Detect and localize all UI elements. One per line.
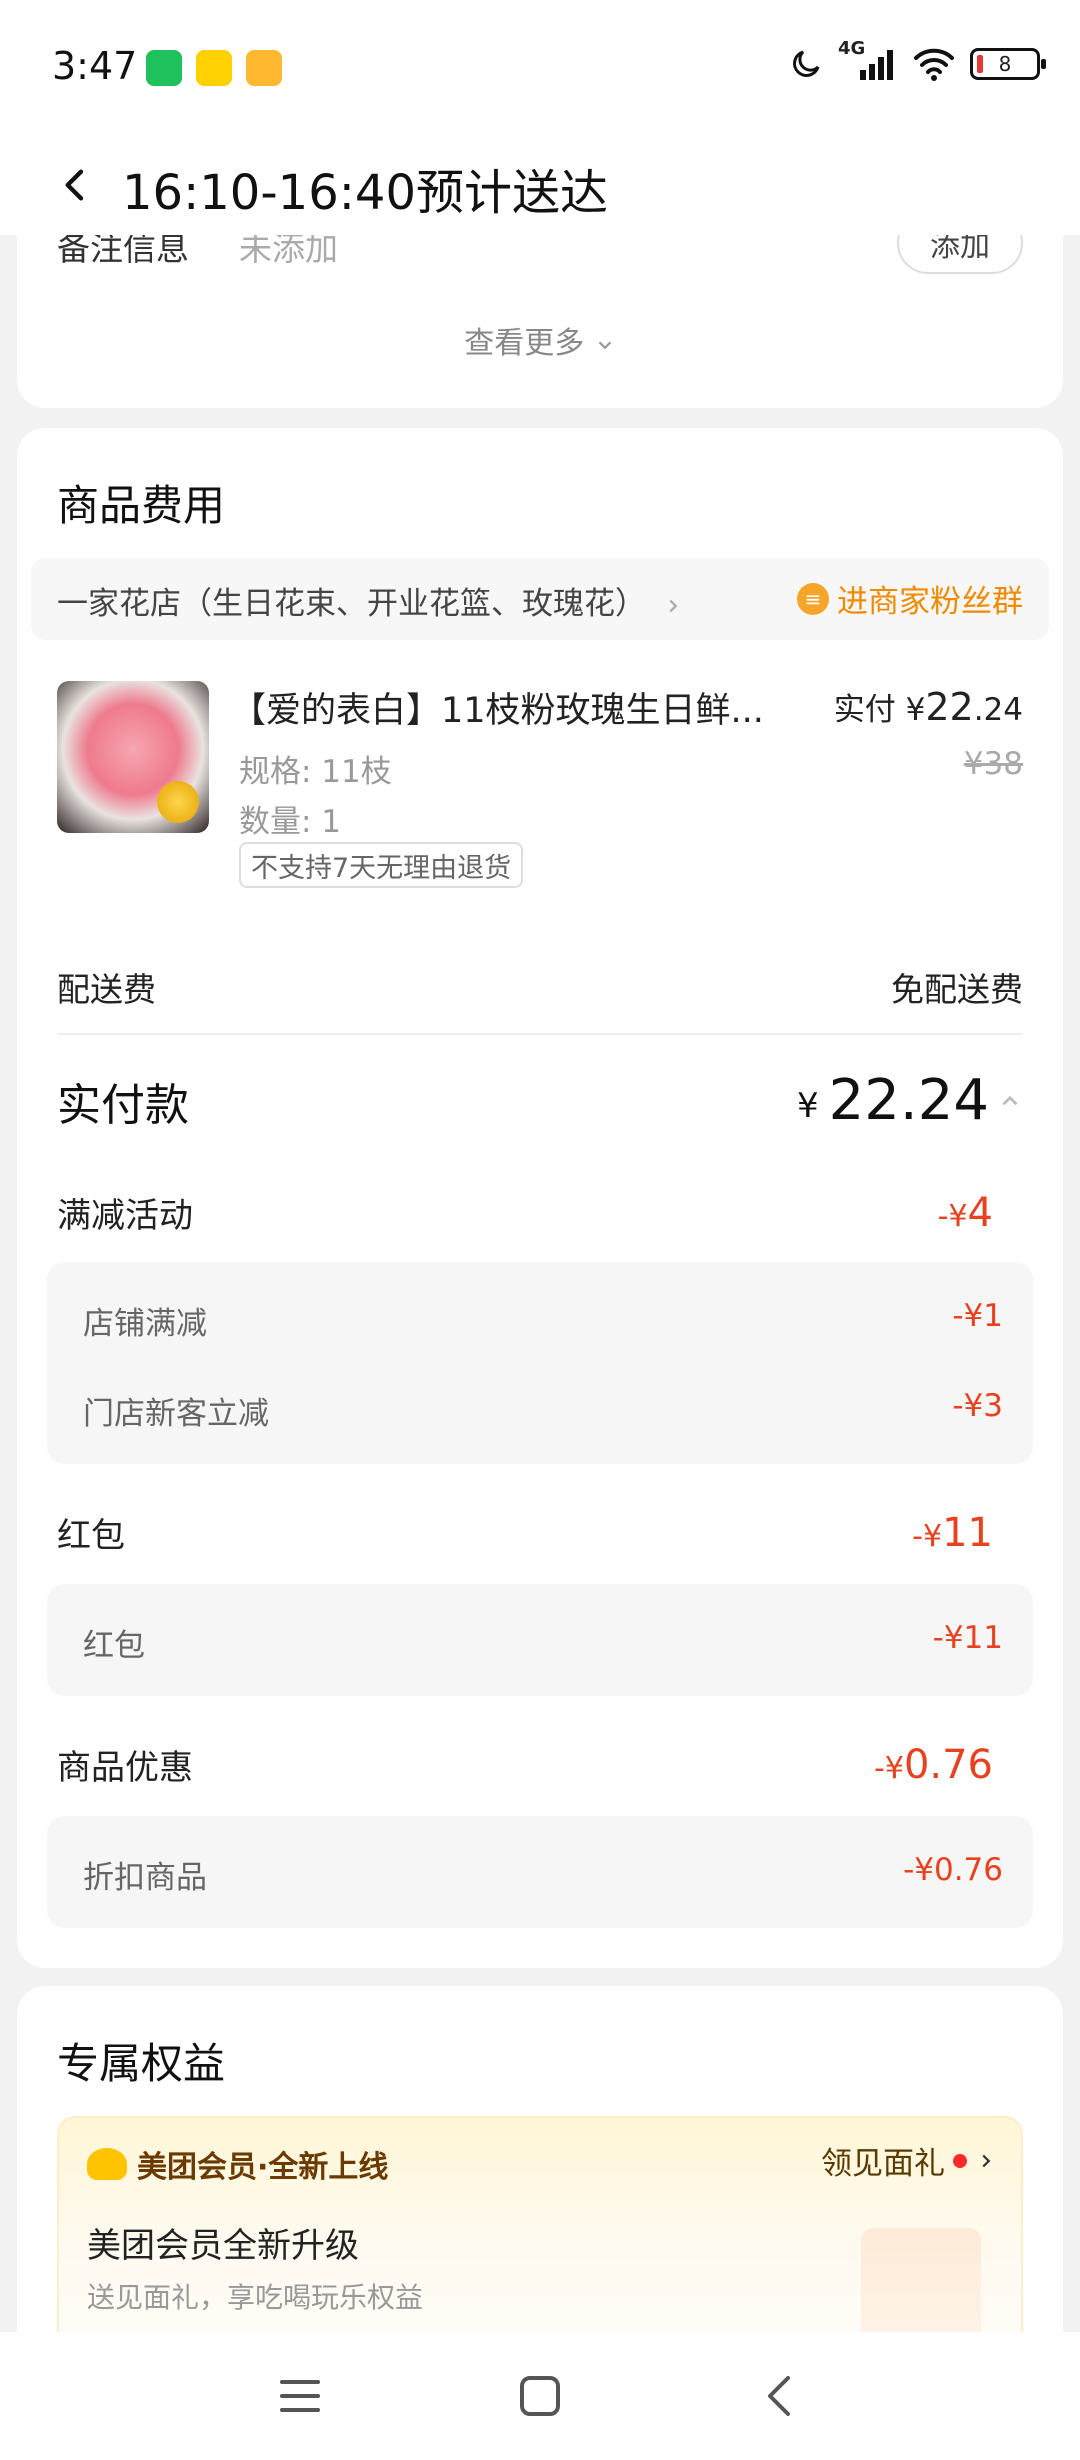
view-more-label: 查看更多 bbox=[464, 326, 585, 361]
redpacket-value: 11 bbox=[942, 1509, 993, 1556]
product-quantity: 数量: 1 bbox=[239, 804, 342, 840]
back-arrow-icon[interactable] bbox=[56, 165, 96, 205]
chevron-right-icon bbox=[982, 2154, 991, 2167]
fees-title: 商品费用 bbox=[57, 481, 226, 530]
product-discount-detail-value: -¥0.76 bbox=[903, 1852, 1003, 1888]
view-more-link[interactable]: 查看更多 bbox=[17, 318, 1063, 362]
redpacket-detail-value: -¥11 bbox=[932, 1620, 1003, 1656]
total-value: 22.24 bbox=[828, 1068, 989, 1133]
benefits-title: 专属权益 bbox=[57, 2039, 226, 2088]
paid-currency: ¥ bbox=[905, 692, 926, 728]
battery-icon: 8 bbox=[970, 48, 1046, 80]
battery-level: 8 bbox=[998, 52, 1012, 76]
discount-detail-box: 店铺满减 -¥1 门店新客立减 -¥3 bbox=[47, 1262, 1033, 1464]
network-type: 4G bbox=[838, 38, 866, 59]
store-row[interactable]: 一家花店（生日花束、开业花篮、玫瑰花） ≡ 进商家粉丝群 bbox=[31, 558, 1049, 640]
fans-group-link[interactable]: ≡ 进商家粉丝群 bbox=[797, 576, 1023, 621]
paid-label: 实付 bbox=[833, 692, 896, 728]
home-button[interactable] bbox=[512, 2368, 568, 2424]
product-discount-value: 0.76 bbox=[903, 1741, 993, 1788]
store-name-label: 一家花店（生日花束、开业花篮、玫瑰花） bbox=[57, 586, 646, 622]
product-discount-detail-box: 折扣商品 -¥0.76 bbox=[47, 1816, 1033, 1928]
redpacket-detail-label: 红包 bbox=[83, 1628, 145, 1664]
discount-row: 满减活动 -¥4 bbox=[57, 1188, 993, 1237]
redpacket-prefix: -¥ bbox=[912, 1518, 943, 1554]
wifi-icon bbox=[914, 48, 954, 81]
delivery-fee-row: 配送费 免配送费 bbox=[57, 963, 1023, 1011]
product-image[interactable] bbox=[57, 681, 209, 833]
member-title: 美团会员全新升级 bbox=[87, 2226, 359, 2266]
total-currency: ¥ bbox=[797, 1085, 819, 1126]
discount-detail-value: -¥3 bbox=[952, 1388, 1003, 1424]
status-time: 3:47 bbox=[52, 44, 138, 88]
no-refund-badge: 不支持7天无理由退货 bbox=[239, 842, 524, 888]
divider bbox=[57, 1033, 1023, 1035]
store-name: 一家花店（生日花束、开业花篮、玫瑰花） bbox=[57, 578, 684, 623]
claim-gift-label: 领见面礼 bbox=[821, 2146, 945, 2182]
fees-card: 商品费用 一家花店（生日花束、开业花篮、玫瑰花） ≡ 进商家粉丝群 【爱的表白】… bbox=[17, 428, 1063, 1968]
system-nav-bar bbox=[0, 2332, 1080, 2460]
redpacket-detail-row: 红包 -¥11 bbox=[83, 1620, 1003, 1665]
delivery-fee-value: 免配送费 bbox=[891, 970, 1023, 1009]
notes-icon bbox=[246, 50, 282, 86]
notification-dot bbox=[953, 2153, 967, 2168]
page-title: 16:10-16:40预计送达 bbox=[122, 165, 608, 221]
product-discount-prefix: -¥ bbox=[874, 1750, 904, 1786]
original-price: ¥38 bbox=[963, 746, 1023, 782]
redpacket-detail-box: 红包 -¥11 bbox=[47, 1584, 1033, 1696]
back-icon bbox=[768, 2376, 790, 2416]
discount-prefix: -¥ bbox=[937, 1198, 968, 1234]
discount-detail-label: 门店新客立减 bbox=[83, 1396, 269, 1432]
chevron-down-icon bbox=[598, 340, 612, 349]
discount-detail-label: 店铺满减 bbox=[83, 1306, 207, 1342]
signal-icon: 4G bbox=[838, 38, 898, 84]
product-name[interactable]: 【爱的表白】11枝粉玫瑰生日鲜... bbox=[231, 682, 791, 733]
meituan-icon bbox=[196, 50, 232, 86]
total-label: 实付款 bbox=[57, 1079, 189, 1131]
status-bar: 3:47 4G 8 bbox=[0, 0, 1080, 135]
discount-detail-value: -¥1 bbox=[952, 1298, 1003, 1334]
discount-value: 4 bbox=[967, 1189, 993, 1236]
moon-icon bbox=[793, 50, 820, 77]
paid-dec: .24 bbox=[973, 692, 1023, 728]
member-brand: 美团会员·全新上线 bbox=[87, 2142, 388, 2186]
product-paid-price: 实付 ¥22.24 bbox=[834, 684, 1023, 729]
product-discount-detail-row: 折扣商品 -¥0.76 bbox=[83, 1852, 1003, 1897]
member-subtitle: 送见面礼，享吃喝玩乐权益 bbox=[87, 2281, 424, 2314]
product-spec: 规格: 11枝 bbox=[239, 754, 392, 790]
product-discount-row: 商品优惠 -¥0.76 bbox=[57, 1740, 993, 1789]
discount-detail-row: 门店新客立减 -¥3 bbox=[83, 1388, 1003, 1433]
chevron-right-icon bbox=[669, 599, 678, 612]
discount-detail-row: 店铺满减 -¥1 bbox=[83, 1298, 1003, 1343]
discount-label: 满减活动 bbox=[57, 1196, 193, 1236]
home-square-icon bbox=[520, 2376, 560, 2416]
chevron-up-icon bbox=[1002, 1095, 1018, 1105]
product-discount-label: 商品优惠 bbox=[57, 1748, 193, 1788]
product-discount-detail-label: 折扣商品 bbox=[83, 1860, 207, 1896]
delivery-fee-label: 配送费 bbox=[57, 970, 156, 1009]
chat-bubble-icon: ≡ bbox=[797, 582, 829, 615]
redpacket-label: 红包 bbox=[57, 1516, 125, 1556]
menu-button[interactable] bbox=[272, 2368, 328, 2424]
back-button[interactable] bbox=[752, 2368, 808, 2424]
claim-gift-link[interactable]: 领见面礼 bbox=[821, 2138, 997, 2183]
redpacket-row: 红包 -¥11 bbox=[57, 1508, 993, 1557]
fans-group-label: 进商家粉丝群 bbox=[837, 584, 1023, 620]
paid-int: 22 bbox=[925, 685, 974, 729]
wechat-icon bbox=[146, 50, 182, 86]
total-row[interactable]: 实付款 ¥ 22.24 bbox=[57, 1068, 1023, 1133]
menu-icon bbox=[280, 2380, 320, 2412]
page-header: 16:10-16:40预计送达 bbox=[0, 135, 1080, 235]
member-brand-label: 美团会员·全新上线 bbox=[137, 2150, 389, 2185]
meituan-member-logo-icon bbox=[87, 2148, 127, 2180]
